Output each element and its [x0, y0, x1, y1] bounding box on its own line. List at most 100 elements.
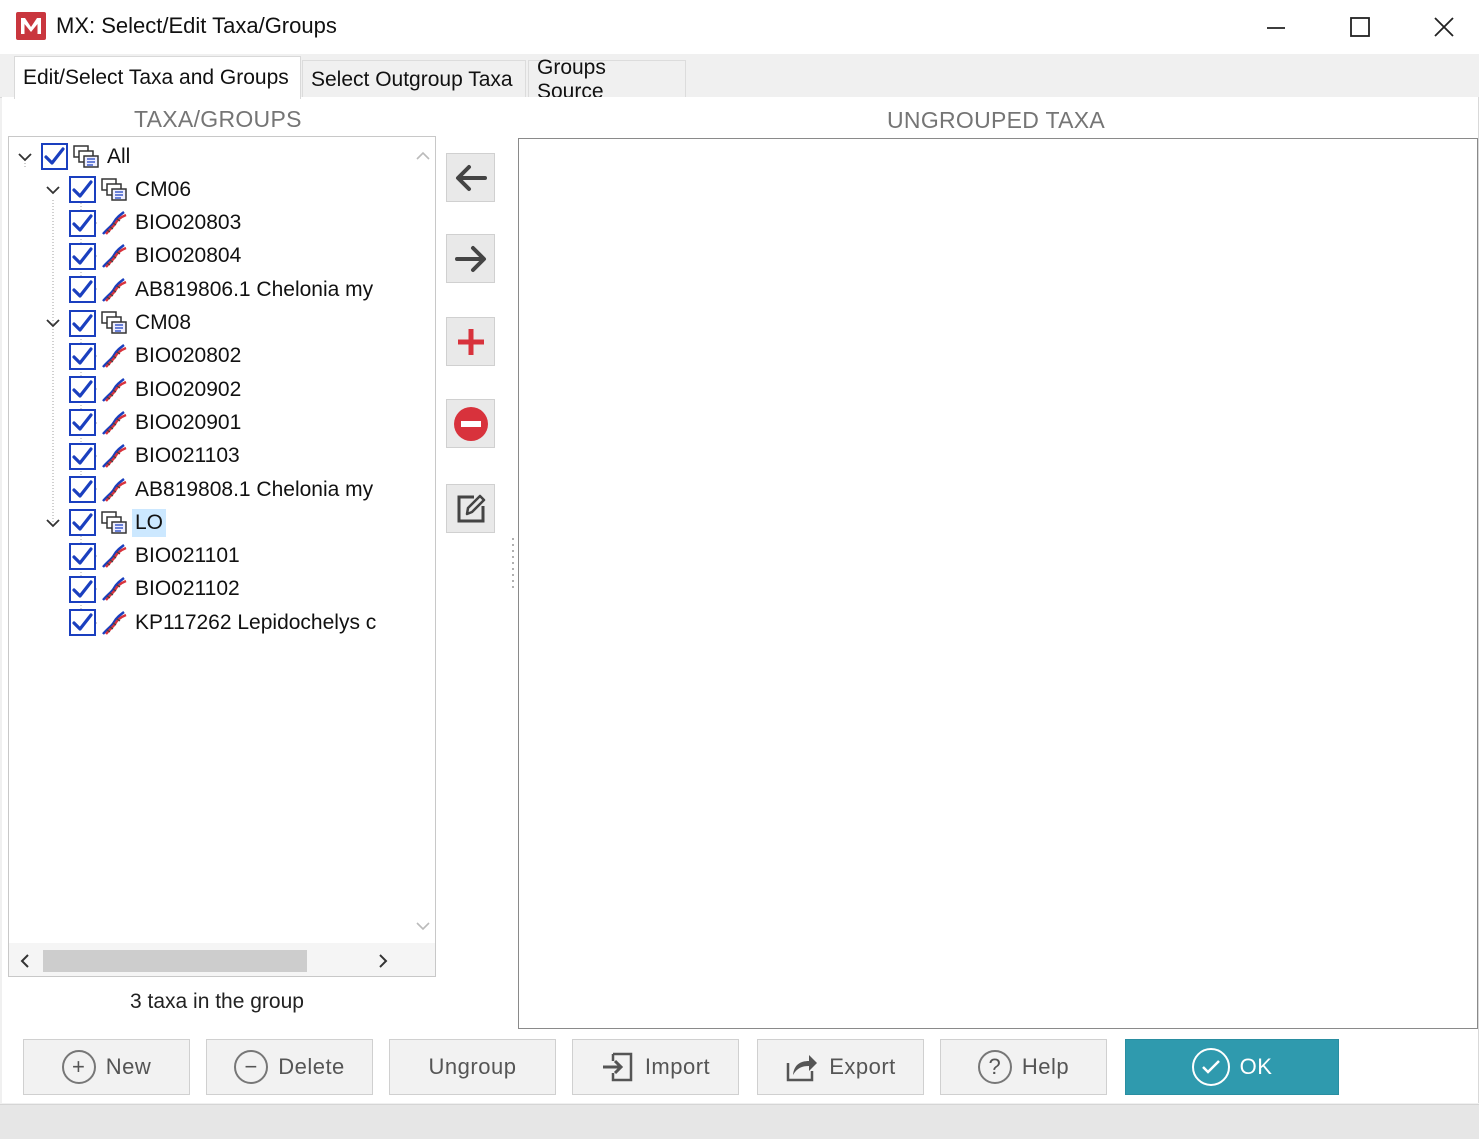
delete-button-label: Delete [278, 1054, 345, 1079]
move-right-button[interactable] [446, 234, 495, 283]
chevron-down-icon[interactable] [41, 511, 65, 535]
import-icon [602, 1052, 633, 1082]
app-logo-icon [16, 12, 46, 40]
node-checkbox[interactable] [69, 609, 96, 637]
node-checkbox[interactable] [69, 575, 96, 603]
chevron-down-icon[interactable] [41, 178, 65, 202]
tree-taxon-node[interactable]: AB819806.1 Chelonia my [69, 273, 376, 306]
ungroup-button[interactable]: Ungroup [389, 1039, 556, 1095]
edit-icon [457, 494, 485, 522]
help-icon: ? [977, 1050, 1012, 1084]
remove-group-button[interactable] [446, 399, 495, 448]
tab-edit-select-taxa[interactable]: Edit/Select Taxa and Groups [14, 56, 301, 99]
edit-group-button[interactable] [446, 484, 495, 533]
node-checkbox[interactable] [69, 276, 96, 304]
tree-taxon-node[interactable]: AB819808.1 Chelonia my [69, 473, 376, 506]
maximize-icon [1350, 17, 1370, 37]
sequence-icon [100, 277, 128, 303]
node-checkbox[interactable] [69, 209, 96, 237]
group-icon [100, 510, 128, 536]
node-checkbox[interactable] [69, 376, 96, 404]
minimize-button[interactable] [1234, 0, 1318, 54]
node-label: KP117262 Lepidochelys c [135, 610, 377, 634]
node-label: BIO021102 [135, 577, 240, 601]
import-button[interactable]: Import [572, 1039, 739, 1095]
node-label: CM06 [135, 177, 192, 201]
scroll-thumb[interactable] [43, 950, 307, 972]
close-icon [1434, 17, 1454, 37]
node-label: BIO020804 [135, 244, 242, 268]
node-checkbox[interactable] [69, 442, 96, 470]
tree-taxon-node[interactable]: BIO021101 [69, 540, 243, 573]
taxa-groups-tree[interactable]: All CM06 BIO020803 BIO020804 AB819806.1 Chel… [8, 136, 436, 977]
import-button-label: Import [644, 1054, 711, 1079]
node-label: BIO021103 [135, 444, 240, 468]
tree-group-node[interactable]: CM08 [41, 307, 194, 340]
tab-select-outgroup[interactable]: Select Outgroup Taxa [302, 60, 526, 98]
check-circle-icon [1191, 1048, 1230, 1086]
tab-groups-source[interactable]: Groups Source [528, 56, 686, 103]
tree-taxon-node[interactable]: BIO020804 [69, 240, 244, 273]
tree-taxon-node[interactable]: KP117262 Lepidochelys c [69, 606, 379, 639]
tree-vertical-scrollbar[interactable] [410, 137, 435, 943]
tree-taxon-node[interactable]: BIO020902 [69, 373, 244, 406]
node-label: AB819806.1 Chelonia my [135, 277, 374, 301]
scroll-up-icon [416, 151, 430, 160]
sequence-icon [100, 210, 128, 236]
delete-button[interactable]: − Delete [206, 1039, 373, 1095]
node-checkbox[interactable] [69, 542, 96, 570]
sequence-icon [100, 243, 128, 269]
minimize-icon [1267, 27, 1285, 29]
node-checkbox[interactable] [69, 176, 96, 204]
help-button[interactable]: ? Help [940, 1039, 1107, 1095]
close-button[interactable] [1402, 0, 1479, 54]
sequence-icon [100, 576, 128, 602]
node-label: BIO020803 [135, 211, 242, 235]
tree-taxon-node[interactable]: BIO020803 [69, 207, 244, 240]
tree-taxon-node[interactable]: BIO021103 [69, 440, 243, 473]
arrow-left-icon [455, 164, 487, 191]
new-button[interactable]: + New [23, 1039, 190, 1095]
move-left-button[interactable] [446, 153, 495, 202]
tree-group-node[interactable]: LO [41, 506, 167, 539]
sequence-icon [100, 377, 128, 403]
node-checkbox[interactable] [69, 476, 96, 503]
tree-taxon-node[interactable]: BIO020901 [69, 406, 244, 439]
sequence-icon [100, 543, 128, 569]
node-checkbox[interactable] [69, 242, 96, 270]
scroll-left-icon [20, 954, 29, 968]
chevron-down-icon[interactable] [13, 145, 37, 169]
arrow-right-icon [454, 245, 486, 272]
node-checkbox[interactable] [69, 342, 96, 370]
tree-taxon-node[interactable]: BIO021102 [69, 573, 243, 606]
maximize-button[interactable] [1318, 0, 1402, 54]
tree-taxon-node[interactable]: BIO020802 [69, 340, 244, 373]
sequence-icon [100, 610, 128, 636]
minus-circle-outline-icon: − [234, 1050, 269, 1084]
ungrouped-taxa-list[interactable] [518, 138, 1478, 1029]
tree-horizontal-scrollbar[interactable] [9, 943, 435, 976]
plus-circle-icon: + [61, 1050, 96, 1084]
help-button-label: Help [1021, 1054, 1070, 1079]
ungrouped-taxa-title: UNGROUPED TAXA [887, 107, 1106, 133]
window-title: MX: Select/Edit Taxa/Groups [56, 13, 337, 38]
node-checkbox[interactable] [69, 509, 96, 537]
node-checkbox[interactable] [41, 143, 68, 170]
node-label: BIO020802 [135, 344, 242, 368]
add-group-button[interactable] [446, 317, 495, 366]
group-count-status: 3 taxa in the group [130, 990, 304, 1013]
tree-group-node[interactable]: All [13, 140, 133, 173]
node-label: AB819808.1 Chelonia my [135, 477, 374, 501]
node-checkbox[interactable] [69, 409, 96, 437]
ok-button[interactable]: OK [1125, 1039, 1339, 1095]
export-button[interactable]: Export [757, 1039, 924, 1095]
group-icon [100, 177, 128, 203]
group-icon [100, 310, 128, 336]
title-bar: MX: Select/Edit Taxa/Groups [0, 0, 1479, 54]
plus-icon [457, 328, 484, 355]
splitter-handle[interactable] [511, 538, 515, 592]
tree-group-node[interactable]: CM06 [41, 173, 194, 206]
status-bar [0, 1104, 1479, 1139]
node-checkbox[interactable] [69, 309, 96, 337]
chevron-down-icon[interactable] [41, 311, 65, 335]
